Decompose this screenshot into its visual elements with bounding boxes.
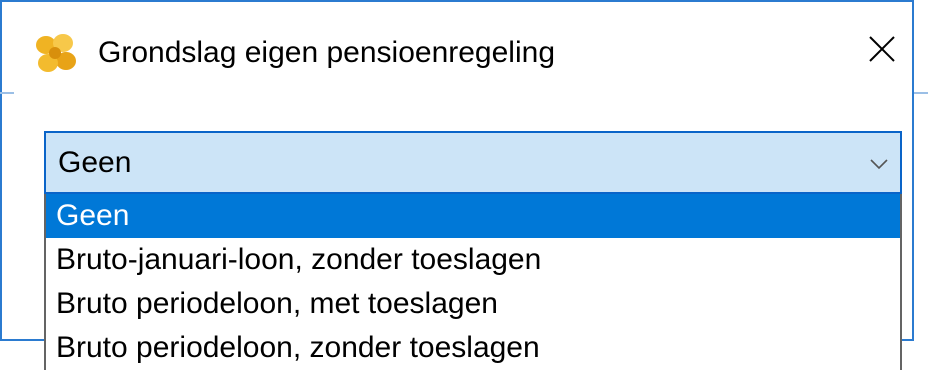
panel-border-left [0,92,14,94]
dropdown-option-periodeloon-met-toeslagen[interactable]: Bruto periodeloon, met toeslagen [46,282,900,326]
window-title: Grondslag eigen pensioenregeling [98,36,556,69]
dropdown-option-periodeloon-zonder-toeslagen[interactable]: Bruto periodeloon, zonder toeslagen [46,326,900,370]
title-bar[interactable]: Grondslag eigen pensioenregeling [2,2,912,94]
dropdown-option-geen[interactable]: Geen [46,194,900,238]
app-flower-icon [32,33,78,75]
dropdown-list[interactable]: Geen Bruto-januari-loon, zonder toeslage… [44,194,902,370]
combobox-selected-value: Geen [58,146,132,179]
panel-border-right [914,92,928,94]
grondslag-combobox[interactable]: Geen [44,131,902,194]
dropdown-option-bruto-januari-loon[interactable]: Bruto-januari-loon, zonder toeslagen [46,238,900,282]
close-button[interactable] [860,29,904,73]
close-icon [860,29,904,73]
chevron-down-icon [868,153,890,175]
